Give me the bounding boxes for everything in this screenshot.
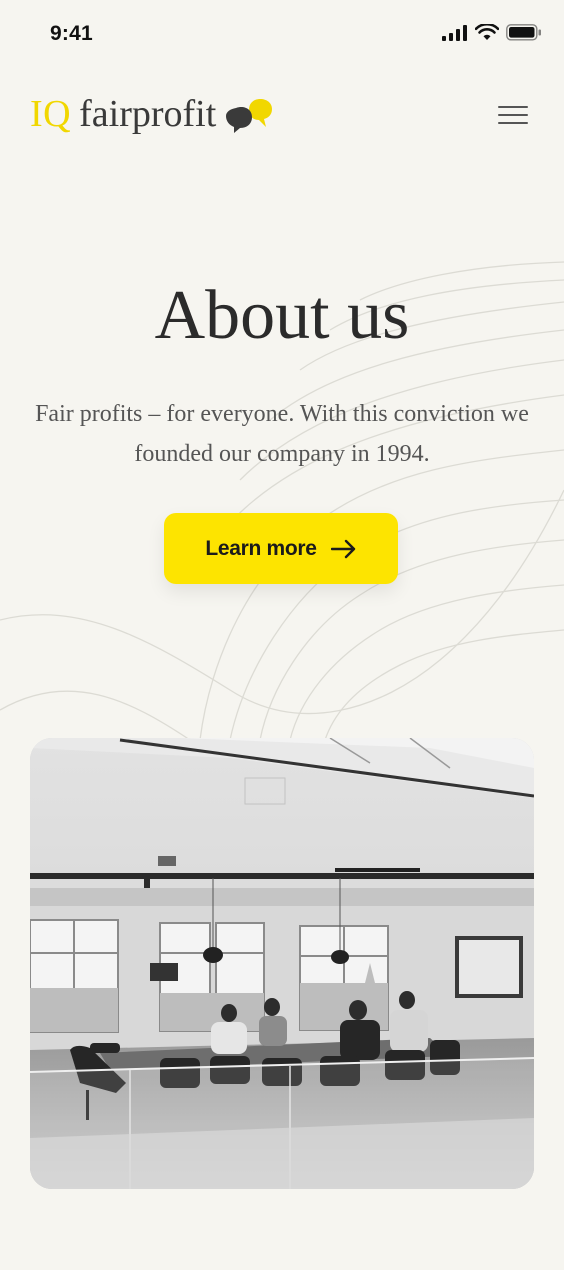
wifi-icon: [475, 24, 499, 40]
logo-iq: IQ: [30, 93, 72, 135]
learn-more-button[interactable]: Learn more: [164, 513, 398, 584]
status-icons: [442, 24, 542, 41]
speech-bubbles-icon: [226, 99, 273, 133]
intro-text: Fair profits – for everyone. With this c…: [35, 401, 529, 467]
brand-logo[interactable]: IQ fairprofit: [30, 92, 274, 138]
status-bar: 9:41: [0, 0, 564, 68]
arrow-right-icon: [330, 539, 355, 558]
learn-more-label: Learn more: [205, 536, 317, 560]
office-meeting-photo: [30, 738, 534, 1189]
battery-icon: [506, 24, 541, 41]
status-time: 9:41: [50, 22, 93, 45]
page-title: About us: [154, 277, 410, 354]
hamburger-menu-icon[interactable]: [498, 104, 530, 126]
logo-name: fairprofit: [79, 93, 217, 135]
signal-icon: [442, 24, 467, 41]
